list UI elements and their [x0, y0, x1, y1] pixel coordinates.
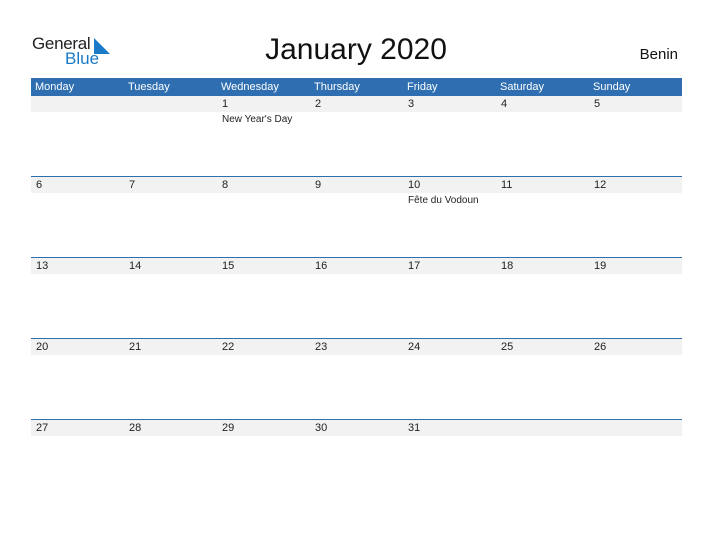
- day-number: 2: [315, 98, 322, 110]
- day-number: 6: [36, 179, 43, 191]
- weekday-thursday: Thursday: [314, 81, 360, 93]
- day-cell: 14: [124, 258, 217, 339]
- day-cell: 30: [310, 420, 403, 501]
- day-cell: 31: [403, 420, 496, 501]
- day-cell: 1 New Year's Day: [217, 96, 310, 177]
- day-number: 28: [129, 422, 142, 434]
- weekday-saturday: Saturday: [500, 81, 545, 93]
- day-number: 24: [408, 341, 421, 353]
- day-cell: 9: [310, 177, 403, 258]
- country-label: Benin: [639, 46, 678, 63]
- week-row: 1 New Year's Day 2 3 4 5: [31, 96, 682, 177]
- day-number: 31: [408, 422, 421, 434]
- day-cell: 18: [496, 258, 589, 339]
- day-cell: 6: [31, 177, 124, 258]
- day-cell: [589, 420, 682, 501]
- weekday-sunday: Sunday: [593, 81, 631, 93]
- day-cell: 22: [217, 339, 310, 420]
- day-cell: 11: [496, 177, 589, 258]
- day-number: 7: [129, 179, 136, 191]
- day-number: 26: [594, 341, 607, 353]
- day-cell: 23: [310, 339, 403, 420]
- day-number: 21: [129, 341, 142, 353]
- day-cell: 19: [589, 258, 682, 339]
- day-cell: 3: [403, 96, 496, 177]
- week-row: 27 28 29 30 31: [31, 419, 682, 501]
- day-number: 30: [315, 422, 328, 434]
- calendar-title: January 2020: [265, 33, 447, 66]
- day-cell: 25: [496, 339, 589, 420]
- day-number: 20: [36, 341, 49, 353]
- day-cell: 4: [496, 96, 589, 177]
- weekday-tuesday: Tuesday: [128, 81, 170, 93]
- day-cell: 29: [217, 420, 310, 501]
- day-number: 19: [594, 260, 607, 272]
- day-cell: 24: [403, 339, 496, 420]
- week-row: 20 21 22 23 24 25 26: [31, 338, 682, 420]
- day-cell: 26: [589, 339, 682, 420]
- day-number: 12: [594, 179, 607, 191]
- day-number: 22: [222, 341, 235, 353]
- day-number: 18: [501, 260, 514, 272]
- weekday-wednesday: Wednesday: [221, 81, 279, 93]
- day-number: 10: [408, 179, 421, 191]
- holiday-label: New Year's Day: [222, 114, 293, 125]
- day-number: 8: [222, 179, 229, 191]
- day-cell: [496, 420, 589, 501]
- weekday-friday: Friday: [407, 81, 438, 93]
- day-number: 29: [222, 422, 235, 434]
- day-number: 25: [501, 341, 514, 353]
- day-cell: 2: [310, 96, 403, 177]
- day-cell: 8: [217, 177, 310, 258]
- day-number: 14: [129, 260, 142, 272]
- day-cell: 28: [124, 420, 217, 501]
- day-number: 16: [315, 260, 328, 272]
- day-cell: 21: [124, 339, 217, 420]
- day-number: 5: [594, 98, 601, 110]
- day-number: 17: [408, 260, 421, 272]
- week-row: 13 14 15 16 17 18 19: [31, 257, 682, 339]
- weekday-monday: Monday: [35, 81, 75, 93]
- day-cell: 27: [31, 420, 124, 501]
- day-cell: [31, 96, 124, 177]
- day-cell: 13: [31, 258, 124, 339]
- day-cell: 15: [217, 258, 310, 339]
- day-cell: 10 Fête du Vodoun: [403, 177, 496, 258]
- day-cell: 17: [403, 258, 496, 339]
- day-number: 1: [222, 98, 229, 110]
- day-cell: [124, 96, 217, 177]
- day-cell: 20: [31, 339, 124, 420]
- day-number: 11: [501, 179, 513, 191]
- day-cell: 7: [124, 177, 217, 258]
- day-number: 4: [501, 98, 508, 110]
- weekday-header: Monday Tuesday Wednesday Thursday Friday…: [31, 78, 682, 96]
- holiday-label: Fête du Vodoun: [408, 195, 479, 206]
- day-number: 23: [315, 341, 328, 353]
- day-number: 9: [315, 179, 322, 191]
- week-row: 6 7 8 9 10 Fête du Vodoun 11 12: [31, 176, 682, 258]
- day-number: 13: [36, 260, 49, 272]
- day-cell: 5: [589, 96, 682, 177]
- day-cell: 12: [589, 177, 682, 258]
- day-number: 15: [222, 260, 235, 272]
- day-number: 27: [36, 422, 49, 434]
- day-number: 3: [408, 98, 415, 110]
- day-cell: 16: [310, 258, 403, 339]
